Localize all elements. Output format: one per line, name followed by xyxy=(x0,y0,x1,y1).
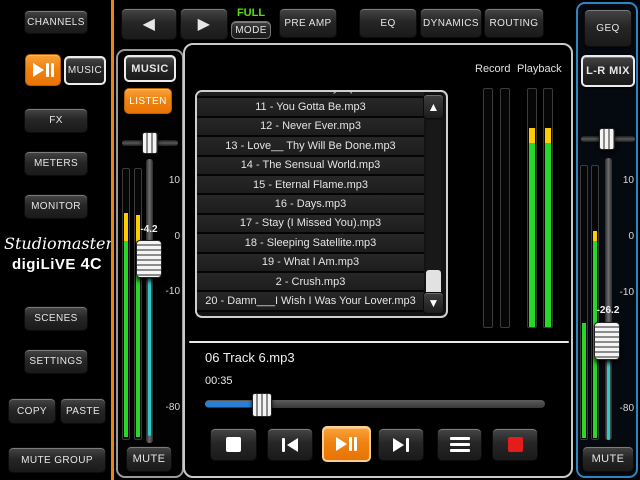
previous-track-button[interactable] xyxy=(267,428,313,461)
right-arrow-icon: ▶ xyxy=(198,14,211,34)
playlist-track[interactable]: 10 - Walk On By.mp3 xyxy=(197,90,424,98)
nav-left-button[interactable]: ◀ xyxy=(121,8,177,40)
playback-meter-left xyxy=(527,88,537,328)
up-arrow-icon: ▲ xyxy=(428,100,440,114)
record-meter-right xyxy=(500,88,510,328)
playlist-track[interactable]: 13 - Love__ Thy Will Be Done.mp3 xyxy=(197,137,424,156)
playlist-track[interactable]: 17 - Stay (I Missed You).mp3 xyxy=(197,215,424,234)
channel-meter-right xyxy=(134,168,142,440)
music-player-panel: Record Playback 10 - Walk On By.mp311 - … xyxy=(183,43,573,478)
listen-button[interactable]: LISTEN xyxy=(124,88,172,114)
model-logo: digiLiVE 4C xyxy=(4,256,110,274)
master-fader-knob[interactable] xyxy=(594,322,620,360)
channel-fader-lower-track xyxy=(148,278,151,436)
playlist-track[interactable]: 20 - Damn___I Wish I Was Your Lover.mp3 xyxy=(197,292,424,311)
playback-meter-right xyxy=(543,88,553,328)
scenes-button[interactable]: SCENES xyxy=(24,306,88,331)
channel-scale-minus80: -80 xyxy=(156,402,180,413)
playlist-track[interactable]: 14 - The Sensual World.mp3 xyxy=(197,157,424,176)
routing-button[interactable]: ROUTING xyxy=(484,8,544,38)
playlist-track[interactable]: 12 - Never Ever.mp3 xyxy=(197,118,424,137)
stop-button[interactable] xyxy=(210,428,257,461)
playlist-track[interactable]: 15 - Eternal Flame.mp3 xyxy=(197,176,424,195)
geq-button[interactable]: GEQ xyxy=(584,9,632,47)
channel-scale-minus10: -10 xyxy=(156,286,180,297)
mute-group-button[interactable]: MUTE GROUP xyxy=(8,447,106,473)
mode-button[interactable]: MODE xyxy=(231,21,271,39)
master-meter-right xyxy=(591,165,599,440)
master-mute-button[interactable]: MUTE xyxy=(582,446,634,472)
pre-amp-button[interactable]: PRE AMP xyxy=(279,8,337,38)
mixer-screen: CHANNELS MUSIC FX METERS MONITOR Studiom… xyxy=(0,0,640,480)
record-icon xyxy=(508,437,523,452)
channel-scale-0: 0 xyxy=(156,231,180,242)
progress-knob[interactable] xyxy=(252,393,272,417)
channel-mute-button[interactable]: MUTE xyxy=(126,446,172,472)
master-name-button[interactable]: L-R MIX xyxy=(581,55,635,87)
channel-scale-10: 10 xyxy=(156,175,180,186)
playlist-rows: 10 - Walk On By.mp311 - You Gotta Be.mp3… xyxy=(197,90,424,312)
record-button[interactable] xyxy=(492,428,538,461)
next-track-button[interactable] xyxy=(378,428,424,461)
master-pan-knob[interactable] xyxy=(599,128,615,150)
dynamics-button[interactable]: DYNAMICS xyxy=(420,8,482,38)
channel-meter-left xyxy=(122,168,130,440)
model-suffix: 4C xyxy=(81,256,102,273)
copy-button[interactable]: COPY xyxy=(8,398,56,424)
channels-button[interactable]: CHANNELS xyxy=(24,10,88,34)
record-meter-left xyxy=(483,88,493,328)
current-track-name: 06 Track 6.mp3 xyxy=(205,350,295,365)
scroll-down-button[interactable]: ▼ xyxy=(423,292,444,314)
left-arrow-icon: ◀ xyxy=(143,14,156,34)
master-meter-left xyxy=(580,165,588,440)
playback-label: Playback xyxy=(517,63,562,75)
master-scale-minus10: -10 xyxy=(610,287,634,298)
playlist-track[interactable]: 16 - Days.mp3 xyxy=(197,195,424,214)
meters-button[interactable]: METERS xyxy=(24,151,88,176)
monitor-button[interactable]: MONITOR xyxy=(24,194,88,219)
channel-fader-knob[interactable] xyxy=(136,240,162,278)
scroll-up-button[interactable]: ▲ xyxy=(423,94,444,119)
playlist-icon xyxy=(450,437,470,452)
master-strip: GEQ L-R MIX -26.2 10 0 -10 -80 MUTE xyxy=(576,2,638,478)
playlist-scrollbar[interactable]: ▲ ▼ xyxy=(423,94,444,314)
play-pause-icon xyxy=(33,63,54,77)
playlist-menu-button[interactable] xyxy=(437,428,482,461)
model-name: digiLiVE xyxy=(12,256,76,273)
master-scale-10: 10 xyxy=(610,175,634,186)
playlist-track[interactable]: 2 - Crush.mp3 xyxy=(197,273,424,292)
paste-button[interactable]: PASTE xyxy=(60,398,106,424)
master-scale-minus80: -80 xyxy=(610,403,634,414)
master-fader-lower-track xyxy=(607,360,610,440)
full-label: FULL xyxy=(231,7,271,19)
master-scale-0: 0 xyxy=(610,231,634,242)
playlist-track[interactable]: 11 - You Gotta Be.mp3 xyxy=(197,98,424,117)
fx-button[interactable]: FX xyxy=(24,108,88,133)
down-arrow-icon: ▼ xyxy=(428,296,440,310)
previous-track-icon xyxy=(282,438,298,452)
play-pause-button[interactable] xyxy=(322,426,371,462)
elapsed-time: 00:35 xyxy=(205,375,233,387)
channel-pan-knob[interactable] xyxy=(142,132,158,154)
master-fader-value: -26.2 xyxy=(589,305,627,316)
scrollbar-track[interactable] xyxy=(426,120,441,292)
player-divider xyxy=(189,341,569,343)
settings-button[interactable]: SETTINGS xyxy=(24,349,88,374)
eq-button[interactable]: EQ xyxy=(359,8,417,38)
channel-strip-music: MUSIC LISTEN -4.2 10 0 -10 -80 MUTE xyxy=(116,49,184,478)
sidebar-music-button[interactable]: MUSIC xyxy=(64,56,106,85)
channel-name-button[interactable]: MUSIC xyxy=(124,55,176,82)
play-pause-icon xyxy=(336,437,357,451)
playlist-track[interactable]: 18 - Sleeping Satellite.mp3 xyxy=(197,234,424,253)
stop-icon xyxy=(226,437,241,452)
sidebar-divider xyxy=(111,0,114,480)
next-track-icon xyxy=(393,438,409,452)
sidebar-play-pause-button[interactable] xyxy=(25,54,61,86)
nav-right-button[interactable]: ▶ xyxy=(180,8,228,40)
playlist: 10 - Walk On By.mp311 - You Gotta Be.mp3… xyxy=(195,90,448,318)
record-label: Record xyxy=(475,63,510,75)
brand-logo: Studiomaster xyxy=(4,234,110,253)
playlist-track[interactable]: 19 - What I Am.mp3 xyxy=(197,254,424,273)
